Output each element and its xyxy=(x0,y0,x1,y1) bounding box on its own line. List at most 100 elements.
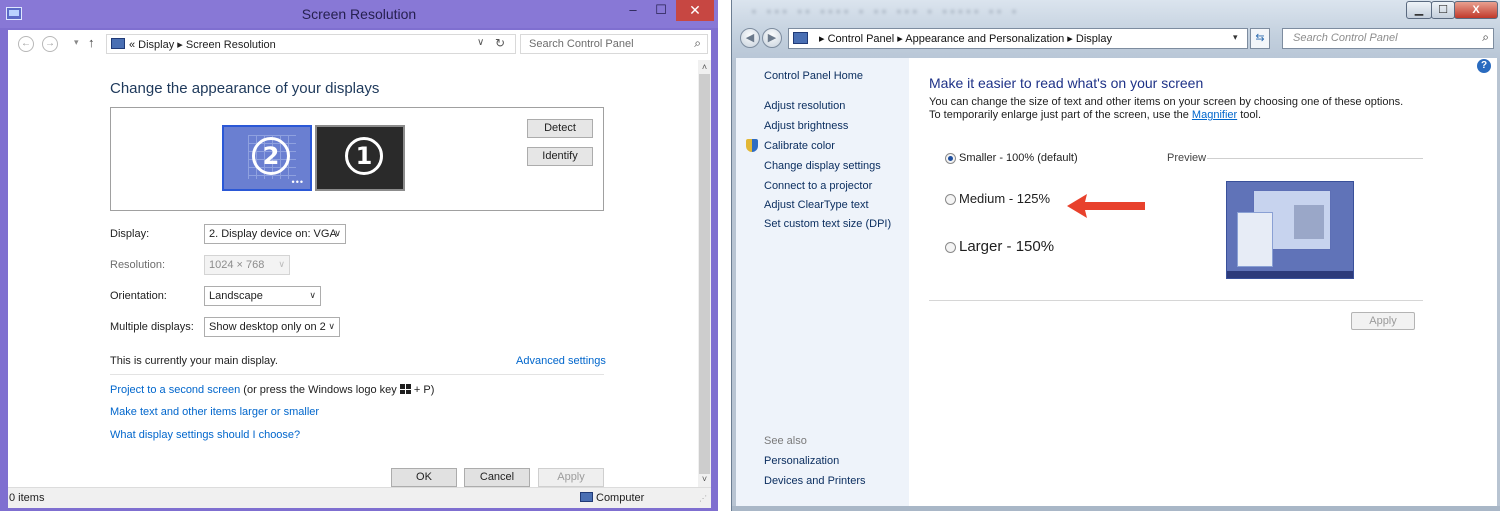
preview-image xyxy=(1226,181,1354,279)
description-text: You can change the size of text and othe… xyxy=(929,96,1404,121)
page-description: You can change the size of text and othe… xyxy=(929,96,1409,122)
address-dropdown-icon[interactable]: ∨ xyxy=(477,37,484,48)
recent-pages-chevron-icon[interactable]: ▾ xyxy=(74,37,79,48)
display-label: Display: xyxy=(110,228,150,240)
search-input[interactable]: Search Control Panel ⌕ xyxy=(520,34,708,54)
monitor-1[interactable]: 1 xyxy=(315,125,405,191)
display-help-link[interactable]: What display settings should I choose? xyxy=(110,429,300,441)
close-button[interactable]: ✕ xyxy=(676,0,714,21)
chevron-down-icon: ∨ xyxy=(328,321,335,331)
page-title: Change the appearance of your displays xyxy=(110,80,380,97)
resolution-label: Resolution: xyxy=(110,259,166,271)
radio-unselected[interactable] xyxy=(945,242,956,253)
description-tail: tool. xyxy=(1237,109,1262,121)
detect-button[interactable]: Detect xyxy=(527,119,593,138)
sidebar-item-adjust-resolution[interactable]: Adjust resolution xyxy=(764,100,845,112)
computer-status: Computer xyxy=(580,492,644,504)
uac-shield-icon xyxy=(746,139,758,152)
sidebar-item-cleartype[interactable]: Adjust ClearType text xyxy=(764,199,869,211)
scroll-down-icon[interactable]: ˅ xyxy=(698,474,711,484)
forward-button[interactable]: → xyxy=(42,36,58,52)
computer-icon xyxy=(111,38,125,49)
chevron-down-icon: ∨ xyxy=(334,228,341,238)
search-input[interactable]: Search Control Panel ⌕ xyxy=(1282,28,1494,49)
preview-taskbar xyxy=(1227,271,1353,278)
display-select[interactable]: 2. Display device on: VGA ∨ xyxy=(204,224,346,244)
radio-unselected[interactable] xyxy=(945,194,956,205)
page-title: Make it easier to read what's on your sc… xyxy=(929,75,1204,91)
display-control-panel-window: ▪ ▪▪▪ ▪▪ ▪▪▪▪ ▪ ▪▪ ▪▪▪ ▪ ▪▪▪▪▪ ▪▪ ▪ ▁ ☐ … xyxy=(731,0,1500,511)
radio-selected[interactable] xyxy=(945,153,956,164)
computer-icon xyxy=(580,492,593,502)
forward-button[interactable]: ▶ xyxy=(762,28,782,48)
up-arrow-icon[interactable]: ↑ xyxy=(88,35,95,50)
see-also-personalization[interactable]: Personalization xyxy=(764,455,839,467)
text-size-link[interactable]: Make text and other items larger or smal… xyxy=(110,406,319,418)
refresh-button[interactable]: ⇆ xyxy=(1250,28,1270,49)
advanced-settings-link[interactable]: Advanced settings xyxy=(516,355,606,367)
multiple-displays-select-value: Show desktop only on 2 xyxy=(209,321,326,333)
minimize-button[interactable]: – xyxy=(620,0,646,21)
red-arrow-annotation-icon xyxy=(1067,194,1145,218)
vertical-scrollbar[interactable]: ˄ ˅ xyxy=(698,60,711,487)
see-also-devices-printers[interactable]: Devices and Printers xyxy=(764,475,866,487)
divider xyxy=(110,374,604,375)
address-dropdown-icon[interactable]: ▾ xyxy=(1233,32,1238,43)
option-label: Medium - 125% xyxy=(959,191,1051,206)
see-also-heading: See also xyxy=(764,435,807,447)
monitor-2[interactable]: 2 ••• xyxy=(222,125,312,191)
search-placeholder: Search Control Panel xyxy=(529,38,634,50)
control-panel-home-link[interactable]: Control Panel Home xyxy=(764,70,863,82)
scroll-up-icon[interactable]: ˄ xyxy=(698,62,711,72)
minimize-button[interactable]: ▁ xyxy=(1406,1,1432,19)
close-button[interactable]: X xyxy=(1454,1,1498,19)
breadcrumb[interactable]: « Display ▸ Screen Resolution xyxy=(129,38,276,51)
sidebar-item-change-display-settings[interactable]: Change display settings xyxy=(764,160,881,172)
ok-button[interactable]: OK xyxy=(391,468,457,487)
maximize-button[interactable]: ☐ xyxy=(1431,1,1455,19)
back-button[interactable]: ← xyxy=(18,36,34,52)
monitor-arrangement: 2 ••• 1 Detect Identify xyxy=(110,107,604,211)
multiple-displays-select[interactable]: Show desktop only on 2 ∨ xyxy=(204,317,340,337)
project-to-second-screen-link[interactable]: Project to a second screen xyxy=(110,384,240,396)
sidebar-item-adjust-brightness[interactable]: Adjust brightness xyxy=(764,120,848,132)
orientation-select[interactable]: Landscape ∨ xyxy=(204,286,321,306)
status-bar: OK Cancel Apply 0 items Computer ⋰ xyxy=(8,468,711,508)
identify-button[interactable]: Identify xyxy=(527,147,593,166)
aero-title-bar[interactable]: ▪ ▪▪▪ ▪▪ ▪▪▪▪ ▪ ▪▪ ▪▪▪ ▪ ▪▪▪▪▪ ▪▪ ▪ ▁ ☐ … xyxy=(732,0,1500,60)
address-bar[interactable]: ▸ Control Panel ▸ Appearance and Persona… xyxy=(788,28,1248,49)
screen-resolution-window: Screen Resolution – ☐ ✕ ← → ▾ ↑ « Displa… xyxy=(0,0,718,511)
help-icon[interactable]: ? xyxy=(1477,59,1491,73)
chevron-down-icon: ∨ xyxy=(309,290,316,300)
blurred-background: ▪ ▪▪▪ ▪▪ ▪▪▪▪ ▪ ▪▪ ▪▪▪ ▪ ▪▪▪▪▪ ▪▪ ▪ xyxy=(752,6,1021,18)
sidebar-item-connect-projector[interactable]: Connect to a projector xyxy=(764,180,872,192)
resolution-select[interactable]: 1024 × 768 ∨ xyxy=(204,255,290,275)
apply-button[interactable]: Apply xyxy=(538,468,604,487)
apply-button[interactable]: Apply xyxy=(1351,312,1415,330)
back-button[interactable]: ◀ xyxy=(740,28,760,48)
project-hint-text: (or press the Windows logo key xyxy=(240,384,400,396)
monitor-number: 2 xyxy=(252,137,290,175)
sidebar-item-calibrate-color[interactable]: Calibrate color xyxy=(764,140,835,152)
monitor-menu-icon: ••• xyxy=(291,177,304,187)
refresh-icon[interactable]: ↻ xyxy=(495,36,505,50)
window-client: ← → ▾ ↑ « Display ▸ Screen Resolution ∨ … xyxy=(8,30,711,508)
magnifier-link[interactable]: Magnifier xyxy=(1192,109,1237,121)
sidebar-item-custom-dpi[interactable]: Set custom text size (DPI) xyxy=(764,218,891,230)
search-icon[interactable]: ⌕ xyxy=(1482,30,1489,45)
title-bar[interactable]: Screen Resolution – ☐ ✕ xyxy=(0,0,718,28)
window-bottom-border xyxy=(732,506,1500,511)
control-panel-icon xyxy=(793,32,808,44)
settings-content: Change the appearance of your displays 2… xyxy=(8,60,698,487)
cancel-button[interactable]: Cancel xyxy=(464,468,530,487)
windows-logo-icon xyxy=(399,384,411,394)
option-label: Larger - 150% xyxy=(959,238,1055,255)
search-icon[interactable]: ⌕ xyxy=(694,36,701,51)
scroll-thumb[interactable] xyxy=(699,74,710,474)
maximize-button[interactable]: ☐ xyxy=(648,0,674,21)
multiple-displays-label: Multiple displays: xyxy=(110,321,194,333)
project-link-row: Project to a second screen (or press the… xyxy=(110,384,434,396)
breadcrumb[interactable]: ▸ Control Panel ▸ Appearance and Persona… xyxy=(819,32,1112,45)
resize-grip-icon[interactable]: ⋰ xyxy=(699,494,707,503)
address-bar[interactable]: « Display ▸ Screen Resolution ∨ ↻ xyxy=(106,34,516,54)
